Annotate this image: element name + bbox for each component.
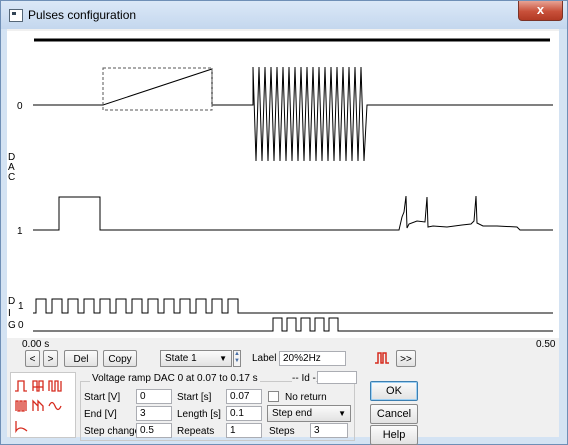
title-bar: Pulses configuration x [1, 1, 567, 29]
dac1-channel-label: 1 [17, 226, 23, 237]
start-v-caption: Start [V] [84, 392, 121, 403]
waveform-palette [10, 372, 76, 438]
state-spinner[interactable]: ▲ ▼ [233, 350, 241, 367]
steps-input[interactable]: 3 [310, 423, 348, 438]
label-input[interactable]: 20%2Hz [279, 351, 346, 366]
dac0-channel-label: 0 [17, 101, 23, 112]
ok-button[interactable]: OK [370, 381, 418, 401]
dig0-trace [33, 317, 553, 332]
state-select-value: State 1 [165, 353, 197, 364]
state-select[interactable]: State 1 ▼ [160, 350, 232, 367]
no-return-caption: No return [285, 392, 327, 403]
help-button[interactable]: Help [370, 425, 418, 445]
pulse-train-icon [32, 380, 44, 392]
start-v-input[interactable]: 0 [136, 389, 172, 404]
square-pulse-icon [15, 380, 27, 392]
dig-axis-letter-i: I [8, 308, 11, 319]
dropdown-arrow-icon: ▼ [219, 354, 227, 363]
window-title: Pulses configuration [28, 8, 137, 22]
step-change-input[interactable]: 0.5 [136, 423, 172, 438]
dropdown-arrow-icon: ▼ [338, 409, 346, 418]
repeats-input[interactable]: 1 [226, 423, 262, 438]
start-s-caption: Start [s] [177, 392, 212, 403]
ramp-pulse-icon [32, 399, 44, 411]
length-caption: Length [s] [177, 409, 221, 420]
no-return-checkbox[interactable] [268, 391, 279, 402]
copy-button[interactable]: Copy [103, 350, 137, 367]
pulse-plot-area[interactable]: 0 1 D A C D I G 1 0 [7, 31, 559, 338]
id-caption: -- Id - [292, 373, 316, 384]
repeats-caption: Repeats [177, 426, 215, 437]
dig0-channel-label: 0 [18, 320, 24, 331]
end-v-input[interactable]: 3 [136, 406, 172, 421]
double-pulse-icon [48, 380, 62, 392]
dig1-channel-label: 1 [18, 301, 24, 312]
step-mode-value: Step end [272, 408, 313, 419]
dac-axis-letter-c: C [8, 172, 16, 183]
dac1-trace [33, 195, 553, 231]
end-v-caption: End [V] [84, 409, 117, 420]
burst-icon [15, 400, 27, 412]
dac0-trace [33, 66, 553, 162]
dig-axis-letter-g: G [8, 320, 16, 331]
previous-button[interactable]: < [25, 350, 40, 367]
start-s-input[interactable]: 0.07 [226, 389, 262, 404]
time-start-label: 0.00 s [22, 339, 50, 350]
pulse-color-icon[interactable] [374, 350, 390, 366]
delete-button[interactable]: Del [64, 350, 98, 367]
app-window-icon [9, 9, 23, 22]
dig-axis-letter-d: D [8, 296, 16, 307]
close-button[interactable]: x [518, 1, 563, 21]
time-end-label: 0.50 [536, 339, 556, 350]
cancel-button[interactable]: Cancel [370, 404, 418, 424]
sine-icon [48, 401, 62, 411]
label-caption: Label [252, 353, 277, 364]
step-change-caption: Step change [84, 426, 141, 437]
steps-caption: Steps [269, 426, 295, 437]
dig1-trace [33, 298, 553, 314]
pulse-plot-svg [33, 38, 553, 332]
exponential-icon [15, 421, 28, 434]
expand-button[interactable]: >> [396, 350, 416, 367]
next-button[interactable]: > [43, 350, 58, 367]
step-mode-select[interactable]: Step end ▼ [267, 405, 351, 422]
length-input[interactable]: 0.1 [226, 406, 262, 421]
voltage-ramp-group-title: Voltage ramp DAC 0 at 0.07 to 0.17 s [90, 373, 260, 384]
id-input[interactable] [317, 371, 357, 384]
